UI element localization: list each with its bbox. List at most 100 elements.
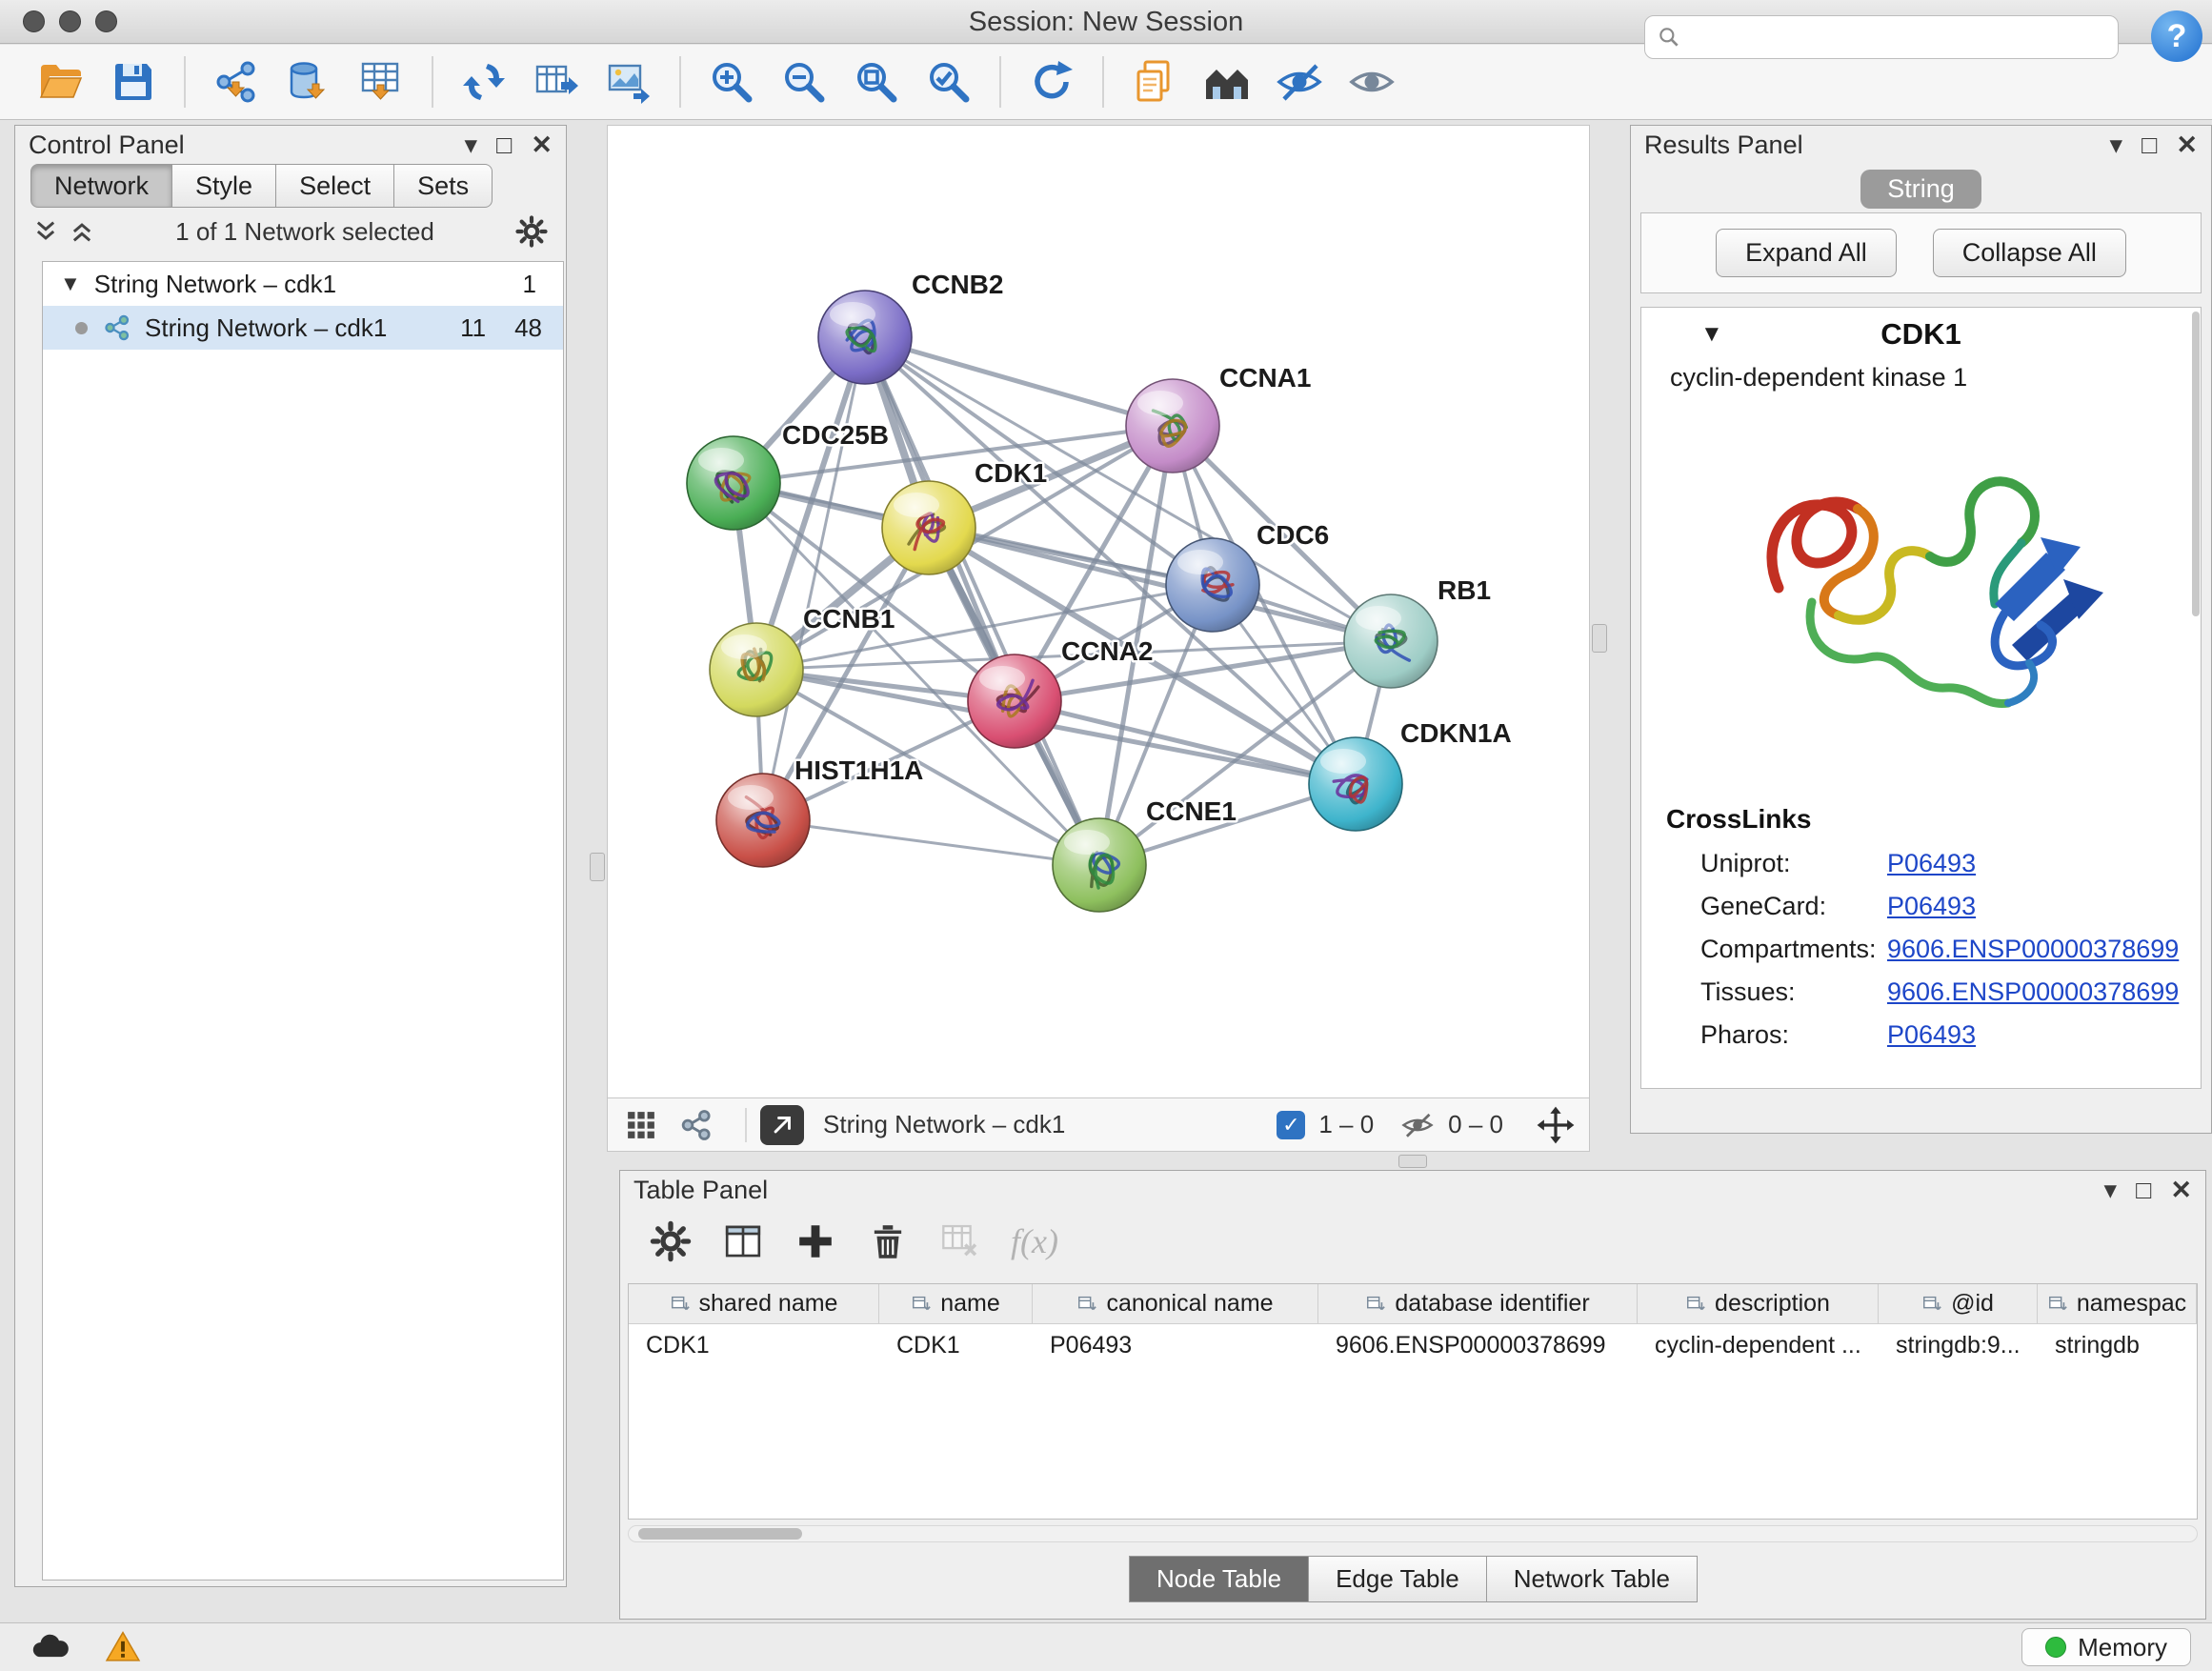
zoom-in-button[interactable] xyxy=(700,50,763,113)
table-horizontal-scrollbar[interactable] xyxy=(628,1525,2198,1542)
node-CCNB1[interactable] xyxy=(710,623,803,716)
cell-description[interactable]: cyclin-dependent ... xyxy=(1638,1332,1879,1359)
network-graph[interactable]: CCNB2CCNA1CDC25BCDK1CDC6RB1CCNB1CCNA2CDK… xyxy=(608,126,1591,1099)
column-header[interactable]: @id xyxy=(1879,1284,2038,1323)
tree-expand-icon[interactable]: ▼ xyxy=(60,272,81,296)
collection-share-icon[interactable] xyxy=(676,1105,716,1145)
table-settings-gear-icon[interactable] xyxy=(649,1219,693,1263)
zoom-out-button[interactable] xyxy=(773,50,835,113)
export-table-button[interactable] xyxy=(525,50,588,113)
import-network-from-file-button[interactable] xyxy=(205,50,268,113)
node-HIST1H1A[interactable] xyxy=(716,774,810,867)
panel-close-icon[interactable]: ✕ xyxy=(531,131,553,160)
node-CCNE1[interactable] xyxy=(1053,818,1146,912)
edge-CCNE1-HIST1H1A[interactable] xyxy=(763,820,1099,865)
warnings-button[interactable] xyxy=(95,1627,151,1667)
expand-all-chevrons-icon[interactable] xyxy=(32,218,59,245)
panel-menu-icon[interactable]: ▾ xyxy=(465,131,478,160)
edge-CCNB2-HIST1H1A[interactable] xyxy=(763,337,865,820)
crosslink-link[interactable]: 9606.ENSP00000378699 xyxy=(1887,935,2179,964)
crosslink-link[interactable]: P06493 xyxy=(1887,892,1976,921)
gear-icon[interactable] xyxy=(514,214,549,249)
show-all-button[interactable] xyxy=(1340,50,1403,113)
node-CDK1[interactable] xyxy=(882,481,975,574)
string-tab-badge[interactable]: String xyxy=(1860,170,1981,209)
column-header[interactable]: canonical name xyxy=(1033,1284,1318,1323)
search-input[interactable] xyxy=(1681,23,2106,52)
pan-crosshair-icon[interactable] xyxy=(1536,1105,1576,1145)
save-session-button[interactable] xyxy=(102,50,165,113)
collapse-all-chevrons-icon[interactable] xyxy=(69,218,95,245)
node-CDKN1A[interactable] xyxy=(1309,737,1402,831)
import-network-from-database-button[interactable] xyxy=(277,50,340,113)
crosslink-link[interactable]: 9606.ENSP00000378699 xyxy=(1887,977,2179,1007)
node-CDC25B[interactable] xyxy=(687,436,780,530)
cell-namespace[interactable]: stringdb xyxy=(2038,1332,2197,1359)
left-splitter-handle[interactable] xyxy=(590,853,605,881)
houses-button[interactable] xyxy=(1196,50,1258,113)
column-header[interactable]: shared name xyxy=(629,1284,879,1323)
open-in-new-window-button[interactable] xyxy=(760,1105,804,1145)
collapse-all-button[interactable]: Collapse All xyxy=(1933,229,2126,277)
panel-float-icon[interactable]: □ xyxy=(496,131,512,160)
node-CCNA2[interactable] xyxy=(968,654,1061,748)
tab-node-table[interactable]: Node Table xyxy=(1129,1556,1309,1602)
hide-selected-button[interactable] xyxy=(1268,50,1331,113)
tab-select[interactable]: Select xyxy=(275,164,394,208)
node-RB1[interactable] xyxy=(1344,594,1438,688)
tab-network[interactable]: Network xyxy=(30,164,172,208)
panel-float-icon[interactable]: □ xyxy=(2142,131,2157,160)
memory-button[interactable]: Memory xyxy=(2021,1628,2191,1666)
import-table-from-file-button[interactable] xyxy=(350,50,412,113)
column-header[interactable]: description xyxy=(1638,1284,1879,1323)
help-button[interactable]: ? xyxy=(2151,10,2202,62)
tree-row-network[interactable]: String Network – cdk1 11 48 xyxy=(43,306,563,350)
edge-CCNB2-CCNE1[interactable] xyxy=(865,337,1099,865)
delete-column-trash-icon[interactable] xyxy=(866,1219,910,1263)
panel-menu-icon[interactable]: ▾ xyxy=(2104,1176,2118,1205)
show-columns-icon[interactable] xyxy=(721,1219,765,1263)
open-file-button[interactable] xyxy=(30,50,92,113)
panel-close-icon[interactable]: ✕ xyxy=(2170,1176,2192,1205)
panel-menu-icon[interactable]: ▾ xyxy=(2110,131,2123,160)
column-header[interactable]: database identifier xyxy=(1318,1284,1638,1323)
results-scrollbar[interactable] xyxy=(2192,312,2200,616)
cloud-button[interactable] xyxy=(21,1627,76,1667)
column-header[interactable]: namespac xyxy=(2038,1284,2197,1323)
toolbar-search[interactable] xyxy=(1644,15,2119,59)
tab-edge-table[interactable]: Edge Table xyxy=(1308,1556,1487,1602)
network-view-canvas[interactable]: CCNB2CCNA1CDC25BCDK1CDC6RB1CCNB1CCNA2CDK… xyxy=(607,125,1590,1098)
cell-database-identifier[interactable]: 9606.ENSP00000378699 xyxy=(1318,1332,1638,1359)
crosslink-link[interactable]: P06493 xyxy=(1887,849,1976,878)
table-row[interactable]: CDK1 CDK1 P06493 9606.ENSP00000378699 cy… xyxy=(629,1324,2197,1366)
expand-all-button[interactable]: Expand All xyxy=(1716,229,1897,277)
panel-float-icon[interactable]: □ xyxy=(2136,1176,2151,1205)
export-image-button[interactable] xyxy=(597,50,660,113)
column-header[interactable]: name xyxy=(879,1284,1033,1323)
zoom-selected-button[interactable] xyxy=(917,50,980,113)
zoom-fit-content-button[interactable] xyxy=(845,50,908,113)
add-column-plus-icon[interactable] xyxy=(794,1219,837,1263)
collapse-section-icon[interactable]: ▼ xyxy=(1700,321,1723,348)
birdseye-grid-icon[interactable] xyxy=(621,1105,661,1145)
crosslink-link[interactable]: P06493 xyxy=(1887,1020,1976,1050)
tab-network-table[interactable]: Network Table xyxy=(1486,1556,1698,1602)
scrollbar-thumb[interactable] xyxy=(638,1528,802,1540)
tab-style[interactable]: Style xyxy=(171,164,276,208)
cell-name[interactable]: CDK1 xyxy=(879,1332,1033,1359)
apply-preferred-layout-button[interactable] xyxy=(1020,50,1083,113)
right-splitter-handle[interactable] xyxy=(1592,624,1607,653)
cell-canonical-name[interactable]: P06493 xyxy=(1033,1332,1318,1359)
export-network-button[interactable] xyxy=(452,50,515,113)
cell-id[interactable]: stringdb:9... xyxy=(1879,1332,2038,1359)
selected-checkbox-icon[interactable]: ✓ xyxy=(1277,1111,1305,1139)
cell-shared-name[interactable]: CDK1 xyxy=(629,1332,879,1359)
copy-document-button[interactable] xyxy=(1123,50,1186,113)
tree-row-collection[interactable]: ▼ String Network – cdk1 1 xyxy=(43,262,563,306)
node-CCNB2[interactable] xyxy=(818,291,912,384)
bottom-splitter-handle[interactable] xyxy=(1398,1155,1427,1168)
node-CCNA1[interactable] xyxy=(1126,379,1219,473)
tab-sets[interactable]: Sets xyxy=(393,164,493,208)
panel-close-icon[interactable]: ✕ xyxy=(2176,131,2198,160)
node-CDC6[interactable] xyxy=(1166,538,1259,632)
